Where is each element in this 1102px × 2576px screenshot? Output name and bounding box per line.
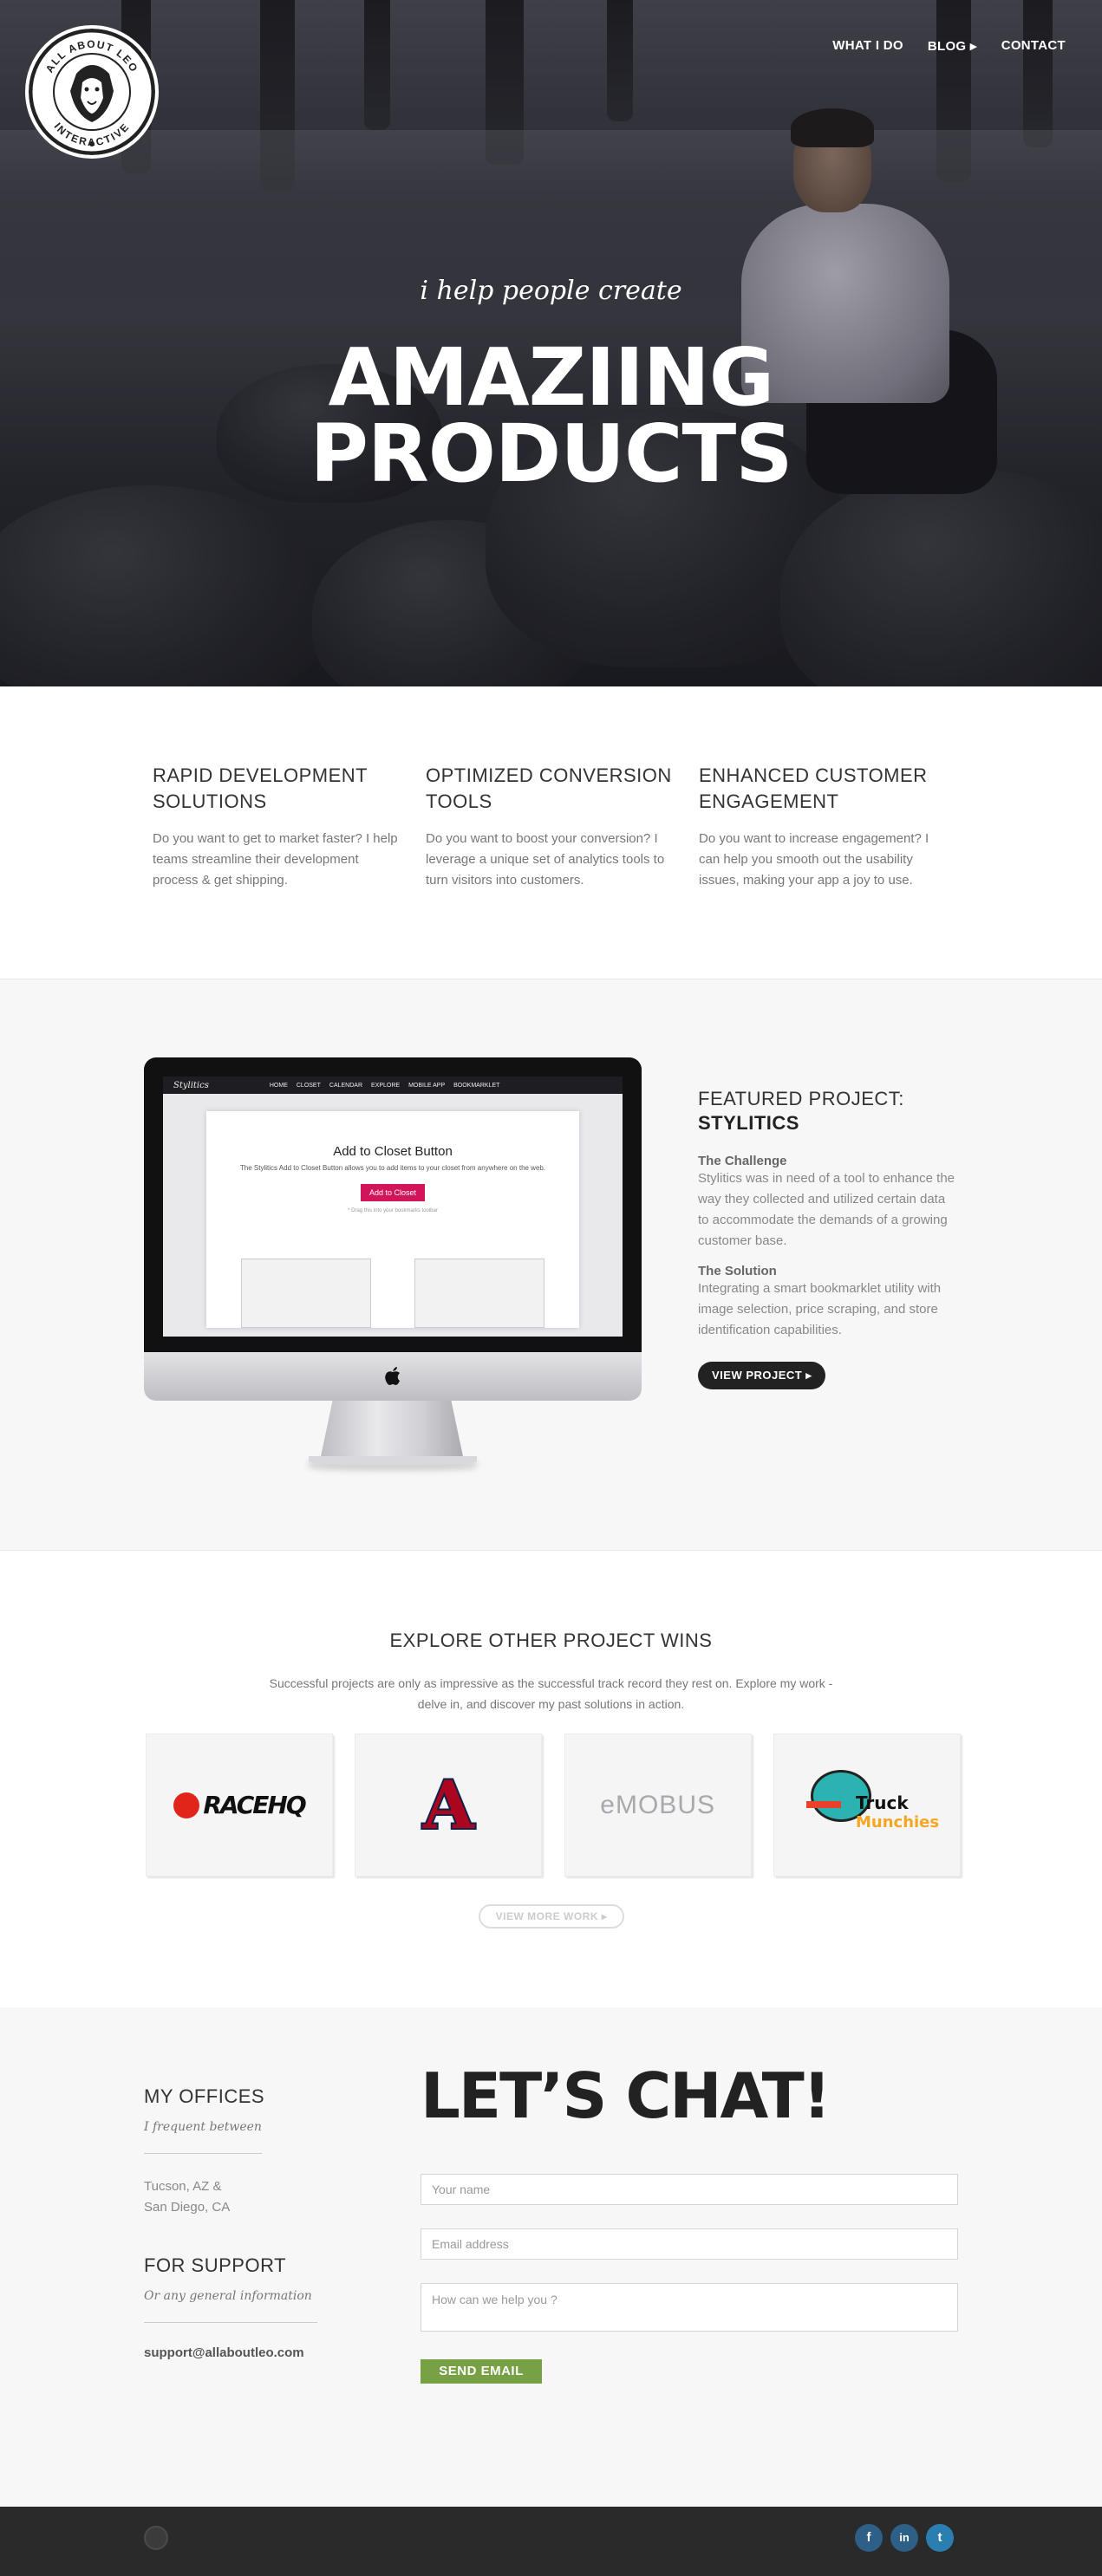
truck-munchies-logo: Truck Munchies xyxy=(802,1766,939,1844)
divider xyxy=(144,2322,317,2323)
service-enhanced-engagement: ENHANCED CUSTOMER ENGAGEMENT Do you want … xyxy=(699,763,950,891)
hero-headline: AMAZIING PRODUCTS xyxy=(0,331,1102,500)
service-title: OPTIMIZED CONVERSION TOOLS xyxy=(426,763,677,815)
service-rapid-development: RAPID DEVELOPMENT SOLUTIONS Do you want t… xyxy=(153,763,404,891)
service-optimized-conversion: OPTIMIZED CONVERSION TOOLS Do you want to… xyxy=(426,763,677,891)
win-truck-munchies[interactable]: Truck Munchies xyxy=(773,1734,961,1877)
hero-headline-line1: AMAZIING xyxy=(328,331,775,424)
service-title-line1: OPTIMIZED CONVERSION xyxy=(426,764,672,786)
offices-block: MY OFFICES I frequent between Tucson, AZ… xyxy=(144,2085,335,2360)
apple-logo-icon xyxy=(385,1367,400,1385)
view-project-button[interactable]: VIEW PROJECT ▸ xyxy=(698,1362,826,1389)
service-title-line2: TOOLS xyxy=(426,790,492,812)
name-input[interactable]: Your name xyxy=(421,2174,958,2205)
stylitics-menu-item: EXPLORE xyxy=(371,1082,401,1089)
stylitics-card-button: Add to Closet xyxy=(360,1184,426,1201)
message-textarea[interactable]: How can we help you ? xyxy=(421,2283,958,2332)
win-racehq[interactable]: RACEHQ xyxy=(146,1734,333,1877)
twitter-icon[interactable]: t xyxy=(926,2524,954,2552)
featured-project-section: Stylitics HOME CLOSET CALENDAR EXPLORE M… xyxy=(0,979,1102,1551)
racehq-logo: RACEHQ xyxy=(173,1791,307,1819)
stylitics-menu-item: MOBILE APP xyxy=(408,1082,446,1089)
stylitics-menu-item: HOME xyxy=(269,1082,288,1089)
service-title-line1: ENHANCED CUSTOMER xyxy=(699,764,928,786)
support-subtitle: Or any general information xyxy=(144,2289,312,2303)
stylitics-menu-item: BOOKMARKLET xyxy=(453,1082,500,1089)
racehq-logo-text: RACEHQ xyxy=(203,1791,306,1819)
linkedin-icon[interactable]: in xyxy=(890,2524,918,2552)
address-line: San Diego, CA xyxy=(144,2200,231,2215)
stylitics-menu-item: CALENDAR xyxy=(329,1082,363,1089)
solution-text: Integrating a smart bookmarklet utility … xyxy=(698,1281,942,1337)
nav-contact[interactable]: CONTACT xyxy=(1001,38,1066,54)
imac-screen: Stylitics HOME CLOSET CALENDAR EXPLORE M… xyxy=(144,1057,642,1352)
hero-tagline: i help people create xyxy=(420,276,682,306)
browser-mini-screenshot xyxy=(241,1259,371,1328)
services-section: RAPID DEVELOPMENT SOLUTIONS Do you want t… xyxy=(153,763,950,891)
arizona-a-logo: A xyxy=(421,1765,476,1845)
offices-subtitle: I frequent between xyxy=(144,2120,262,2134)
lion-logo-icon: ALL ABOUT LEO INTERACTIVE xyxy=(29,29,154,154)
solution-title: The Solution xyxy=(698,1264,777,1278)
email-input[interactable]: Email address xyxy=(421,2228,958,2260)
service-text: Do you want to get to market faster? I h… xyxy=(153,831,398,888)
win-arizona[interactable]: A xyxy=(355,1734,543,1877)
hero-headline-line2: PRODUCTS xyxy=(310,407,792,500)
imac-base xyxy=(309,1456,477,1465)
nav-what-i-do[interactable]: WHAT I DO xyxy=(832,38,903,54)
office-address: Tucson, AZ & San Diego, CA xyxy=(144,2176,335,2218)
nav-blog[interactable]: BLOG ▸ xyxy=(928,38,977,54)
contact-section: MY OFFICES I frequent between Tucson, AZ… xyxy=(0,2007,1102,2507)
main-nav: WHAT I DO BLOG ▸ CONTACT xyxy=(832,38,1066,54)
service-title: ENHANCED CUSTOMER ENGAGEMENT xyxy=(699,763,950,815)
service-title-line2: ENGAGEMENT xyxy=(699,790,839,812)
support-title: FOR SUPPORT xyxy=(144,2254,287,2276)
divider xyxy=(144,2153,262,2154)
site-logo[interactable]: ALL ABOUT LEO INTERACTIVE xyxy=(25,25,159,159)
send-email-button[interactable]: SEND EMAIL xyxy=(421,2359,542,2384)
wins-grid: RACEHQ A eMOBUS Truck Munchies xyxy=(146,1734,961,1877)
support-email-link[interactable]: support@allaboutleo.com xyxy=(144,2345,335,2360)
truck-munchies-subtext: Munchies xyxy=(855,1812,940,1831)
imac-stand xyxy=(320,1401,464,1460)
stylitics-card-desc: The Stylitics Add to Closet Button allow… xyxy=(239,1164,546,1172)
stylitics-topbar: Stylitics HOME CLOSET CALENDAR EXPLORE M… xyxy=(163,1077,623,1094)
challenge-title: The Challenge xyxy=(698,1154,787,1168)
challenge-text: Stylitics was in need of a tool to enhan… xyxy=(698,1171,955,1248)
facebook-icon[interactable]: f xyxy=(855,2524,883,2552)
footer: f in t xyxy=(0,2507,1102,2576)
chat-heading: LET’S CHAT! xyxy=(421,2059,831,2132)
featured-project-name: STYLITICS xyxy=(698,1112,799,1134)
service-text: Do you want to increase engagement? I ca… xyxy=(699,831,929,888)
browser-mini-screenshot xyxy=(414,1259,544,1328)
address-line: Tucson, AZ & xyxy=(144,2179,222,2194)
stylitics-brand: Stylitics xyxy=(173,1080,209,1090)
imac-mockup: Stylitics HOME CLOSET CALENDAR EXPLORE M… xyxy=(144,1057,642,1465)
wins-description: Successful projects are only as impressi… xyxy=(269,1676,833,1711)
stylitics-screenshot: Stylitics HOME CLOSET CALENDAR EXPLORE M… xyxy=(163,1077,623,1337)
service-title-line1: RAPID DEVELOPMENT xyxy=(153,764,368,786)
racehq-mark-icon xyxy=(173,1792,200,1818)
emobus-logo-text: eMOBUS xyxy=(600,1790,715,1819)
truck-munchies-text: Truck xyxy=(855,1792,909,1813)
service-title-line2: SOLUTIONS xyxy=(153,790,267,812)
speed-lines-icon xyxy=(805,1800,841,1808)
wins-title: EXPLORE OTHER PROJECT WINS xyxy=(389,1630,713,1651)
service-text: Do you want to boost your conversion? I … xyxy=(426,831,665,888)
featured-kicker: FEATURED PROJECT: xyxy=(698,1088,904,1109)
featured-info: FEATURED PROJECT: STYLITICS The Challeng… xyxy=(698,1088,958,1389)
view-more-work-button[interactable]: VIEW MORE WORK ▸ xyxy=(479,1904,624,1929)
stylitics-menu-item: CLOSET xyxy=(296,1082,321,1089)
win-emobus[interactable]: eMOBUS xyxy=(564,1734,752,1877)
offices-title: MY OFFICES xyxy=(144,2085,265,2107)
footer-logo-icon[interactable] xyxy=(144,2526,168,2550)
stylitics-card-title: Add to Closet Button xyxy=(333,1144,453,1159)
stylitics-card-hint: * Drag this into your bookmarks toolbar xyxy=(348,1208,438,1213)
hero-section: ALL ABOUT LEO INTERACTIVE WHAT I DO BLOG… xyxy=(0,0,1102,686)
stylitics-card: Add to Closet Button The Stylitics Add t… xyxy=(206,1111,579,1328)
service-title: RAPID DEVELOPMENT SOLUTIONS xyxy=(153,763,404,815)
